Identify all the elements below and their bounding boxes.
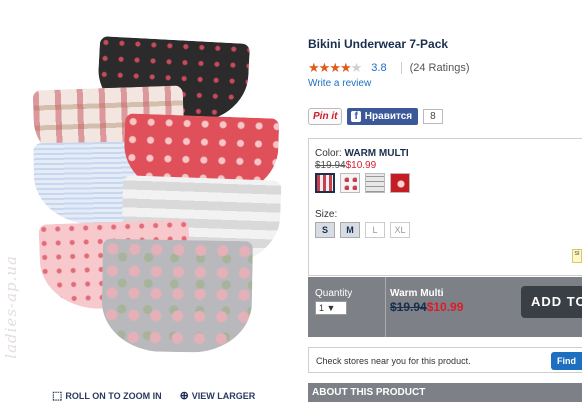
swatch-red-floral[interactable] <box>390 173 410 193</box>
variant-name: Warm Multi <box>390 288 444 299</box>
star-empty-icon: ★ <box>350 60 363 75</box>
view-larger-label: VIEW LARGER <box>191 390 256 401</box>
size-s-button[interactable]: S <box>315 222 335 238</box>
quantity-label: Quantity <box>315 288 353 299</box>
add-to-bag-button[interactable]: ADD TO <box>521 286 582 318</box>
zoom-cursor-icon: ⬚ <box>52 390 63 402</box>
facebook-like-label: Нравится <box>364 111 413 122</box>
product-image[interactable]: ladies-ap.ua <box>0 0 300 402</box>
product-title: Bikini Underwear 7-Pack <box>308 37 449 51</box>
star-icon: ★ <box>308 60 320 75</box>
size-label: Size: <box>315 209 338 220</box>
size-chart-hint[interactable]: si <box>572 249 582 263</box>
social-buttons: Pin it f Нравится 8 <box>308 108 443 125</box>
buy-bar-divider <box>385 277 386 337</box>
product-info: Bikini Underwear 7-Pack ★★★★★ 3.8 (24 Ra… <box>308 0 582 402</box>
rating-value[interactable]: 3.8 <box>371 62 386 74</box>
buy-bar-original-price: $19.94 <box>390 300 427 314</box>
quantity-select[interactable]: 1 ▼ <box>315 301 347 315</box>
store-finder: Check stores near you for this product. … <box>308 347 582 373</box>
watermark: ladies-ap.ua <box>2 255 20 359</box>
color-swatches <box>315 173 410 193</box>
star-icon: ★ <box>339 60 352 75</box>
roll-zoom-link[interactable]: ⬚ ROLL ON TO ZOOM IN <box>52 389 162 402</box>
size-m-button[interactable]: M <box>340 222 360 238</box>
star-icon: ★ <box>318 60 331 75</box>
rating-stars: ★★★★★ <box>308 60 363 76</box>
product-options: Color: WARM MULTI $19.94$10.99 Size: S M… <box>308 138 582 276</box>
selected-color-name: WARM MULTI <box>344 148 409 159</box>
find-store-button[interactable]: Find <box>551 352 582 370</box>
buy-bar-price: $19.94$10.99 <box>390 300 463 314</box>
original-price: $19.94 <box>315 160 346 171</box>
magnifier-plus-icon: ⊕ <box>179 390 189 402</box>
sale-price: $10.99 <box>345 160 377 171</box>
facebook-icon: f <box>351 111 361 122</box>
color-price: $19.94$10.99 <box>315 160 376 171</box>
swatch-grey-plaid[interactable] <box>365 173 385 193</box>
rating-count[interactable]: (24 Ratings) <box>400 62 470 74</box>
roll-zoom-label: ROLL ON TO ZOOM IN <box>65 390 162 401</box>
write-review-link[interactable]: Write a review <box>308 78 371 89</box>
store-finder-text: Check stores near you for this product. <box>316 356 471 366</box>
facebook-like-button[interactable]: f Нравится <box>347 108 419 125</box>
buy-bar: Quantity 1 ▼ Warm Multi $19.94$10.99 ADD… <box>308 277 582 337</box>
buy-bar-sale-price: $10.99 <box>426 300 464 314</box>
pinit-button[interactable]: Pin it <box>308 108 343 125</box>
size-options: S M L XL <box>315 222 410 238</box>
swatch-warm-multi[interactable] <box>315 173 335 193</box>
grey-floral-underwear <box>101 238 253 354</box>
about-product-header[interactable]: ABOUT THIS PRODUCT <box>308 383 582 402</box>
facebook-like-count: 8 <box>423 109 443 124</box>
size-xl-button[interactable]: XL <box>390 222 410 238</box>
color-label: Color: WARM MULTI <box>315 148 409 159</box>
star-icon: ★ <box>329 60 341 75</box>
color-prefix: Color: <box>315 148 342 159</box>
rating[interactable]: ★★★★★ 3.8 (24 Ratings) <box>308 60 470 76</box>
swatch-white-floral[interactable] <box>340 173 360 193</box>
size-l-button[interactable]: L <box>365 222 385 238</box>
view-larger-link[interactable]: ⊕ VIEW LARGER <box>180 389 256 402</box>
image-links: ⬚ ROLL ON TO ZOOM IN ⊕ VIEW LARGER <box>52 389 255 402</box>
